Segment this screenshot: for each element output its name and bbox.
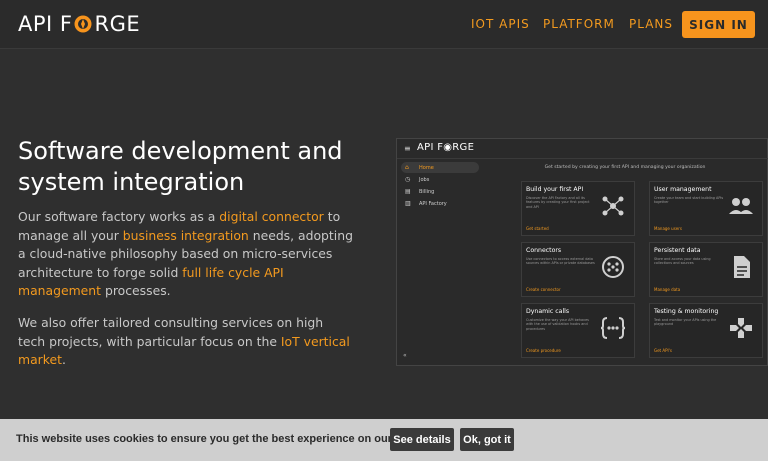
connector-icon xyxy=(602,256,624,278)
sidebar-label: Jobs xyxy=(419,176,430,183)
card-link: Manage users xyxy=(654,226,682,231)
card-dynamic-calls: Dynamic calls Customize the way your API… xyxy=(521,303,635,358)
hero-title: Software development and system integrat… xyxy=(18,137,343,196)
sidebar-label: API Factory xyxy=(419,200,447,207)
text-segment: . xyxy=(61,352,66,367)
cookie-banner: This website uses cookies to ensure you … xyxy=(0,419,768,461)
card-link: Create procedure xyxy=(526,348,561,353)
logo-text-left: API F xyxy=(18,12,73,36)
document-icon xyxy=(734,256,750,278)
card-testing-monitoring: Testing & monitoring Test and monitor yo… xyxy=(649,303,763,358)
gamepad-icon xyxy=(730,318,752,338)
preview-sidebar: ⌂ Home ◷ Jobs ▤ Billing ▥ API Factory xyxy=(397,159,481,366)
card-user-management: User management Create your team and sta… xyxy=(649,181,763,236)
jobs-icon: ◷ xyxy=(405,176,411,183)
card-title: Connectors xyxy=(526,247,562,254)
hero-paragraph-1: Our software factory works as a digital … xyxy=(18,208,353,301)
code-braces-icon xyxy=(600,317,626,339)
sidebar-label: Home xyxy=(419,164,434,171)
home-icon: ⌂ xyxy=(405,164,409,171)
card-title: Build your first API xyxy=(526,186,584,193)
preview-sidebar-item-home: ⌂ Home xyxy=(401,162,479,173)
card-connectors: Connectors Use connectors to access exte… xyxy=(521,242,635,297)
card-description: Customize the way your API behaves with … xyxy=(526,318,589,331)
card-persistent-data: Persistent data Store and access your da… xyxy=(649,242,763,297)
preview-sidebar-item-api-factory: ▥ API Factory xyxy=(401,198,479,209)
nav-plans[interactable]: PLANS xyxy=(629,17,673,31)
card-link: Get API's xyxy=(654,348,672,353)
highlight-business-integration: business integration xyxy=(122,227,249,243)
preview-topbar: ≡ API F◉RGE xyxy=(397,139,768,159)
card-description: Test and monitor your APIs using the pla… xyxy=(654,318,717,327)
card-link: Manage data xyxy=(654,287,681,292)
card-title: Persistent data xyxy=(654,247,701,254)
logo-text-right: RGE xyxy=(94,12,141,36)
card-title: Testing & monitoring xyxy=(654,308,719,315)
card-description: Use connectors to access external data s… xyxy=(526,257,595,266)
platform-preview-screenshot: ≡ API F◉RGE ⌂ Home ◷ Jobs ▤ Billing ▥ API Fa… xyxy=(396,138,768,366)
sidebar-label: Billing xyxy=(419,188,435,195)
collapse-icon: « xyxy=(403,352,407,359)
header: API F RGE IOT APIS PLATFORM PLANS SIGN IN xyxy=(0,0,768,49)
card-title: User management xyxy=(654,186,712,193)
users-icon xyxy=(729,198,753,214)
card-description: Discover the API Factory and all its fea… xyxy=(526,196,590,209)
site-logo[interactable]: API F RGE xyxy=(18,12,140,36)
billing-icon: ▤ xyxy=(405,188,411,195)
text-segment: We also offer tailored consulting servic… xyxy=(18,315,324,349)
api-factory-icon: ▥ xyxy=(405,200,411,207)
card-link: Get started xyxy=(526,226,549,231)
card-description: Store and access your data using collect… xyxy=(654,257,711,266)
card-build-api: Build your first API Discover the API Fa… xyxy=(521,181,635,236)
nav-iot-apis[interactable]: IOT APIS xyxy=(471,17,530,31)
hero-paragraph-2: We also offer tailored consulting servic… xyxy=(18,314,353,370)
preview-logo: API F◉RGE xyxy=(417,142,475,153)
text-segment: Our software factory works as a xyxy=(18,209,220,224)
forge-gear-icon xyxy=(73,14,93,34)
card-description: Create your team and start building APIs… xyxy=(654,196,724,205)
highlight-digital-connector: digital connector xyxy=(219,209,324,224)
cookie-message: This website uses cookies to ensure you … xyxy=(16,433,443,445)
see-details-button[interactable]: See details xyxy=(390,428,454,451)
ok-got-it-button[interactable]: Ok, got it xyxy=(460,428,514,451)
preview-sidebar-item-billing: ▤ Billing xyxy=(401,186,479,197)
preview-intro: Get started by creating your first API a… xyxy=(544,165,706,170)
menu-icon: ≡ xyxy=(404,144,411,153)
sign-in-button[interactable]: SIGN IN xyxy=(682,11,755,38)
network-icon xyxy=(602,196,624,216)
text-segment: processes. xyxy=(101,283,171,298)
nav-platform[interactable]: PLATFORM xyxy=(543,17,615,31)
card-title: Dynamic calls xyxy=(526,308,570,315)
preview-sidebar-item-jobs: ◷ Jobs xyxy=(401,174,479,185)
card-link: Create connector xyxy=(526,287,561,292)
